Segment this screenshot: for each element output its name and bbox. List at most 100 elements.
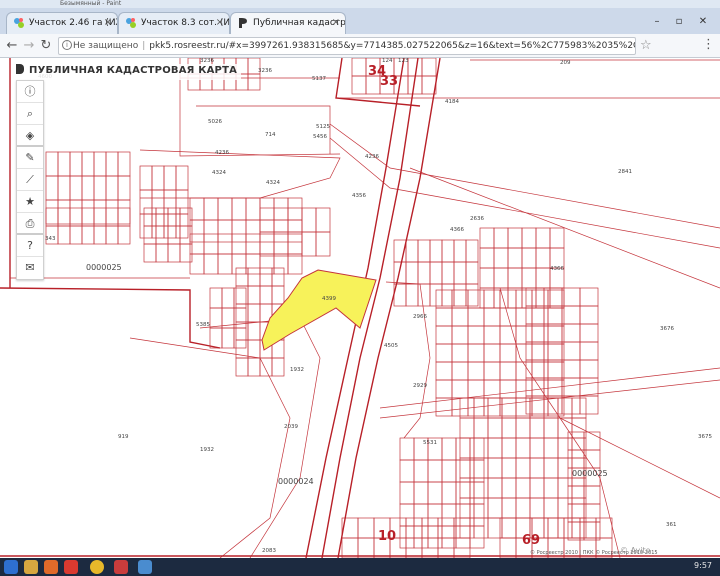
parcel[interactable] (93, 175, 107, 201)
parcel[interactable] (579, 323, 599, 343)
parcel[interactable] (459, 437, 475, 459)
parcel[interactable] (499, 517, 517, 539)
parcel[interactable] (413, 525, 429, 549)
parcel[interactable] (525, 341, 545, 361)
parcel[interactable] (487, 477, 503, 499)
parcel[interactable] (561, 341, 581, 361)
parcel[interactable] (441, 239, 455, 263)
parcel[interactable] (155, 207, 169, 227)
map-viewport[interactable]: 4600323646133236513712412320934335026714… (0, 58, 720, 558)
parcel[interactable] (93, 151, 107, 177)
parcel[interactable] (273, 197, 289, 221)
parcel[interactable] (531, 325, 549, 345)
parcel[interactable] (81, 175, 95, 201)
maximize-icon[interactable]: ▫ (670, 16, 688, 27)
parcel[interactable] (167, 243, 181, 263)
parcel[interactable] (163, 165, 177, 191)
parcel[interactable] (459, 497, 475, 519)
parcel[interactable] (561, 395, 581, 415)
parcel[interactable] (421, 58, 437, 77)
parcel[interactable] (81, 207, 95, 227)
parcel[interactable] (483, 361, 501, 381)
parcel[interactable] (531, 289, 549, 309)
parcel[interactable] (93, 225, 107, 245)
parcel[interactable] (515, 477, 531, 499)
parcel[interactable] (579, 377, 599, 397)
parcel[interactable] (151, 165, 165, 191)
parcel[interactable] (547, 343, 565, 363)
favorite-icon[interactable]: ★ (17, 191, 43, 213)
parcel[interactable] (543, 517, 559, 539)
parcel[interactable] (399, 525, 415, 549)
parcel[interactable] (567, 521, 585, 541)
parcel[interactable] (459, 477, 475, 499)
parcel[interactable] (529, 417, 545, 439)
parcel[interactable] (479, 287, 495, 309)
parcel[interactable] (221, 327, 235, 349)
parcel[interactable] (535, 227, 551, 249)
parcel[interactable] (465, 239, 479, 263)
parcel[interactable] (473, 497, 489, 519)
parcel[interactable] (483, 325, 501, 345)
parcel[interactable] (543, 305, 563, 325)
parcel[interactable] (399, 503, 415, 527)
parcel[interactable] (427, 459, 443, 483)
parcel[interactable] (557, 417, 573, 439)
parcel[interactable] (543, 477, 559, 499)
parcel[interactable] (273, 233, 289, 255)
parcel[interactable] (547, 517, 565, 539)
parcel[interactable] (235, 357, 249, 377)
parcel[interactable] (139, 189, 153, 215)
parcel[interactable] (435, 307, 453, 327)
parcel[interactable] (515, 361, 533, 381)
parcel[interactable] (469, 481, 485, 505)
parcel[interactable] (245, 219, 261, 243)
parcel[interactable] (579, 359, 599, 379)
parcel[interactable] (217, 197, 233, 221)
parcel[interactable] (549, 247, 565, 269)
parcel[interactable] (399, 459, 415, 483)
parcel[interactable] (557, 437, 573, 459)
parcel[interactable] (501, 457, 517, 479)
parcel[interactable] (69, 207, 83, 227)
parcel[interactable] (455, 481, 471, 505)
close-window-icon[interactable]: ✕ (694, 16, 712, 27)
parcel[interactable] (521, 227, 537, 249)
parcel[interactable] (315, 207, 331, 233)
parcel[interactable] (69, 199, 83, 225)
parcel[interactable] (271, 357, 285, 377)
parcel[interactable] (515, 437, 531, 459)
parcel[interactable] (501, 437, 517, 459)
parcel[interactable] (487, 457, 503, 479)
parcel[interactable] (543, 397, 559, 419)
parcel[interactable] (271, 285, 285, 305)
parcel[interactable] (57, 225, 71, 245)
parcel[interactable] (259, 197, 275, 221)
search-icon[interactable]: ⌕ (17, 103, 43, 125)
help-icon[interactable]: ? (17, 235, 43, 257)
parcel[interactable] (231, 253, 247, 275)
parcel[interactable] (531, 343, 549, 363)
parcel[interactable] (69, 225, 83, 245)
parcel[interactable] (531, 361, 549, 381)
parcel[interactable] (547, 379, 565, 399)
parcel[interactable] (451, 289, 469, 309)
parcel[interactable] (515, 397, 531, 419)
parcel[interactable] (453, 517, 471, 539)
print-icon[interactable]: ⎙ (17, 213, 43, 235)
parcel[interactable] (567, 431, 585, 451)
parcel[interactable] (259, 357, 273, 377)
parcel[interactable] (247, 339, 261, 359)
close-icon[interactable]: × (216, 13, 224, 33)
parcel[interactable] (451, 307, 469, 327)
parcel[interactable] (69, 175, 83, 201)
parcel[interactable] (259, 267, 273, 287)
parcel[interactable] (547, 397, 565, 417)
parcel[interactable] (499, 379, 517, 399)
parcel[interactable] (45, 199, 59, 225)
parcel[interactable] (515, 379, 533, 399)
url-field[interactable]: i Не защищено | pkk5.rosreestr.ru/#x=39972… (58, 37, 636, 55)
parcel[interactable] (175, 189, 189, 215)
parcel[interactable] (493, 227, 509, 249)
parcel[interactable] (547, 289, 565, 309)
